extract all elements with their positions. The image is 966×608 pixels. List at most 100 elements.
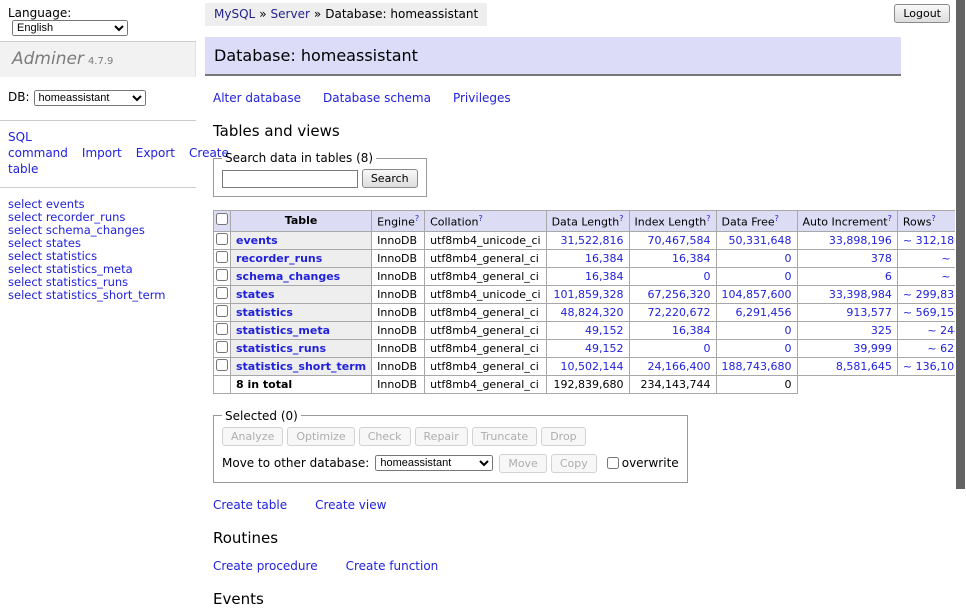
auto-increment-value[interactable]: 33,398,984 <box>797 285 897 303</box>
table-link-statistics[interactable]: statistics <box>236 306 293 319</box>
link-create-function[interactable]: Create function <box>346 559 439 573</box>
adminer-logo: Adminer4.7.9 <box>0 42 196 77</box>
link-alter-database[interactable]: Alter database <box>213 91 301 105</box>
link-create-procedure[interactable]: Create procedure <box>213 559 318 573</box>
index-length-value[interactable]: 70,467,584 <box>629 231 716 249</box>
language-select[interactable]: English <box>12 20 128 36</box>
auto-increment-value[interactable]: 913,577 <box>797 303 897 321</box>
link-create-table[interactable]: Create table <box>213 498 287 512</box>
link-database-schema[interactable]: Database schema <box>323 91 431 105</box>
row-select-checkbox[interactable] <box>216 359 228 371</box>
column-header-engine: Engine? <box>372 211 425 232</box>
db-row: DB: homeassistant <box>0 77 196 120</box>
truncate-button[interactable]: Truncate <box>472 427 537 446</box>
sidebar-action-sql-command[interactable]: SQL command <box>8 130 68 160</box>
auto-increment-value[interactable]: 6 <box>797 267 897 285</box>
help-link[interactable]: ? <box>478 214 482 223</box>
table-name-cell: recorder_runs <box>231 249 372 267</box>
data-length-value[interactable]: 101,859,328 <box>546 285 629 303</box>
row-select-checkbox[interactable] <box>216 269 228 281</box>
adminer-logo-name: Adminer <box>12 49 84 69</box>
row-select-checkbox[interactable] <box>216 305 228 317</box>
collation-value: utf8mb4_general_ci <box>425 303 546 321</box>
breadcrumb-link-mysql[interactable]: MySQL <box>214 7 255 21</box>
table-row-statistics-short-term: statistics_short_termInnoDButf8mb4_gener… <box>214 357 966 375</box>
vertical-scrollbar-track[interactable] <box>955 0 966 543</box>
column-label: Collation <box>430 216 478 229</box>
optimize-button[interactable]: Optimize <box>287 427 354 446</box>
data-free-value[interactable]: 188,743,680 <box>716 357 797 375</box>
data-free-value[interactable]: 50,331,648 <box>716 231 797 249</box>
row-select-checkbox[interactable] <box>216 341 228 353</box>
sidebar-select-statistics-short-term[interactable]: select statistics_short_term <box>8 289 188 302</box>
overwrite-checkbox[interactable] <box>607 457 619 469</box>
auto-increment-value[interactable]: 33,898,196 <box>797 231 897 249</box>
auto-increment-value[interactable]: 325 <box>797 321 897 339</box>
sidebar-action-import[interactable]: Import <box>82 146 122 160</box>
copy-button[interactable]: Copy <box>551 454 597 473</box>
table-link-states[interactable]: states <box>236 288 275 301</box>
link-create-view[interactable]: Create view <box>315 498 386 512</box>
data-length-value[interactable]: 49,152 <box>546 321 629 339</box>
row-select-checkbox[interactable] <box>216 233 228 245</box>
data-length-value[interactable]: 16,384 <box>546 267 629 285</box>
data-free-value[interactable]: 104,857,600 <box>716 285 797 303</box>
data-free-value[interactable]: 6,291,456 <box>716 303 797 321</box>
move-button[interactable]: Move <box>499 454 547 473</box>
help-link[interactable]: ? <box>888 214 892 223</box>
table-link-statistics-short-term[interactable]: statistics_short_term <box>236 360 366 373</box>
auto-increment-value[interactable]: 8,581,645 <box>797 357 897 375</box>
help-link[interactable]: ? <box>619 214 623 223</box>
language-label: Language: <box>8 6 71 20</box>
table-link-statistics-runs[interactable]: statistics_runs <box>236 342 326 355</box>
search-input[interactable] <box>222 170 358 188</box>
table-link-schema-changes[interactable]: schema_changes <box>236 270 340 283</box>
repair-button[interactable]: Repair <box>415 427 468 446</box>
row-select-checkbox[interactable] <box>216 251 228 263</box>
table-link-statistics-meta[interactable]: statistics_meta <box>236 324 330 337</box>
auto-increment-value[interactable]: 378 <box>797 249 897 267</box>
move-db-select[interactable]: homeassistant <box>375 455 493 471</box>
index-length-value[interactable]: 72,220,672 <box>629 303 716 321</box>
vertical-scrollbar-thumb[interactable] <box>956 0 965 489</box>
data-free-value[interactable]: 0 <box>716 321 797 339</box>
help-link[interactable]: ? <box>706 214 710 223</box>
row-select-checkbox[interactable] <box>216 287 228 299</box>
help-link[interactable]: ? <box>775 214 779 223</box>
collation-value: utf8mb4_general_ci <box>425 357 546 375</box>
check-button[interactable]: Check <box>359 427 411 446</box>
table-link-events[interactable]: events <box>236 234 278 247</box>
index-length-value[interactable]: 16,384 <box>629 321 716 339</box>
table-link-recorder-runs[interactable]: recorder_runs <box>236 252 322 265</box>
drop-button[interactable]: Drop <box>541 427 585 446</box>
index-length-value[interactable]: 16,384 <box>629 249 716 267</box>
data-length-value[interactable]: 31,522,816 <box>546 231 629 249</box>
select-all-checkbox[interactable] <box>216 213 228 225</box>
row-checkbox-cell <box>214 285 231 303</box>
index-length-value[interactable]: 67,256,320 <box>629 285 716 303</box>
search-button[interactable]: Search <box>362 169 418 188</box>
help-link[interactable]: ? <box>931 214 935 223</box>
help-link[interactable]: ? <box>415 214 419 223</box>
data-length-value[interactable]: 16,384 <box>546 249 629 267</box>
row-select-checkbox[interactable] <box>216 323 228 335</box>
logout-button[interactable]: Logout <box>894 4 950 23</box>
index-length-value[interactable]: 0 <box>629 267 716 285</box>
data-length-value[interactable]: 49,152 <box>546 339 629 357</box>
db-label: DB: <box>8 90 30 104</box>
data-length-value[interactable]: 48,824,320 <box>546 303 629 321</box>
data-free-value[interactable]: 0 <box>716 249 797 267</box>
data-length-value[interactable]: 10,502,144 <box>546 357 629 375</box>
index-length-value[interactable]: 0 <box>629 339 716 357</box>
sidebar-action-export[interactable]: Export <box>136 146 175 160</box>
link-privileges[interactable]: Privileges <box>453 91 511 105</box>
analyze-button[interactable]: Analyze <box>222 427 283 446</box>
total-empty-cell <box>214 375 231 393</box>
index-length-value[interactable]: 24,166,400 <box>629 357 716 375</box>
data-free-value[interactable]: 0 <box>716 267 797 285</box>
data-free-value[interactable]: 0 <box>716 339 797 357</box>
table-row-states: statesInnoDButf8mb4_unicode_ci101,859,32… <box>214 285 966 303</box>
breadcrumb-link-server[interactable]: Server <box>271 7 310 21</box>
db-select[interactable]: homeassistant <box>34 90 146 106</box>
auto-increment-value[interactable]: 39,999 <box>797 339 897 357</box>
